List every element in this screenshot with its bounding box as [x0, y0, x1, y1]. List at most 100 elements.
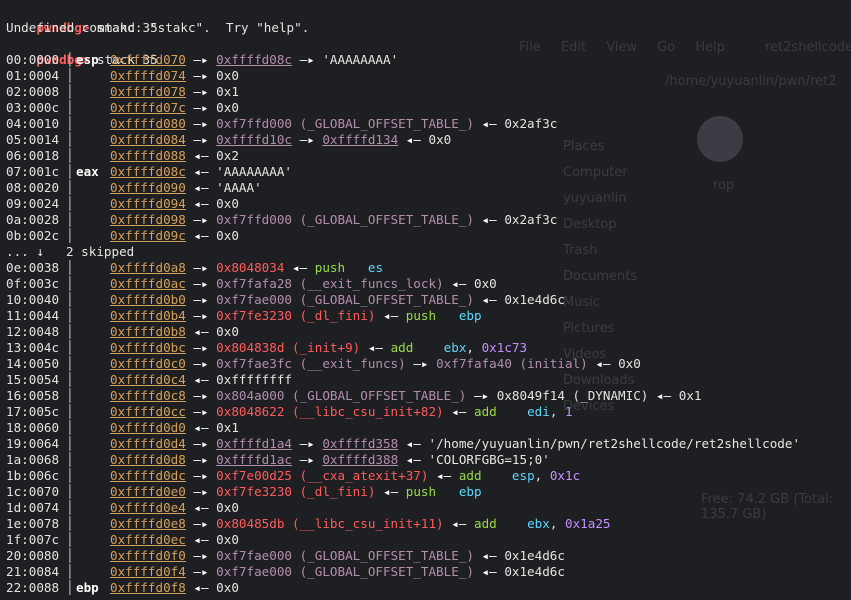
value-text: 0x1e4d6c	[504, 548, 565, 563]
pointer-arrow: ◂—	[185, 324, 217, 339]
pointer-arrow: —▸	[185, 212, 217, 227]
stack-address[interactable]: 0xffffd08c	[110, 164, 186, 179]
string-value: 'COLORFGBG=15;0'	[428, 452, 550, 467]
column-separator: │	[66, 452, 74, 467]
stack-address[interactable]: 0xffffd0d0	[110, 420, 186, 435]
pointer-arrow: —▸	[185, 564, 217, 579]
value-text: 0x2	[216, 148, 239, 163]
column-separator: │	[66, 436, 74, 451]
pointer-arrow: ◂—	[473, 292, 505, 307]
stack-address[interactable]: 0xffffd0f4	[110, 564, 186, 579]
stack-address[interactable]: 0xffffd0f0	[110, 548, 186, 563]
stack-address[interactable]: 0xffffd0ec	[110, 532, 186, 547]
stack-offset: 09:0024	[6, 196, 60, 211]
pointer-arrow: ◂—	[284, 260, 315, 275]
value-text: 0x0	[216, 196, 239, 211]
column-separator: │	[66, 404, 74, 419]
stack-offset: 1e:0078	[6, 516, 60, 531]
stack-address[interactable]: 0xffffd07c	[110, 100, 186, 115]
stack-address[interactable]: 0xffffd0ac	[110, 276, 186, 291]
value-text: 0x0	[216, 500, 239, 515]
stack-address[interactable]: 0xffffd0f8	[110, 580, 186, 595]
column-separator: │	[66, 84, 74, 99]
column-separator: │	[66, 132, 74, 147]
stack-offset: 04:0010	[6, 116, 60, 131]
stack-row: 19:0064 │ 0xffffd0d4 —▸ 0xffffd1a4 —▸ 0xff…	[6, 436, 851, 452]
column-separator: │	[66, 324, 74, 339]
stack-address[interactable]: 0xffffd0e8	[110, 516, 186, 531]
instruction-mnemonic: push	[405, 484, 437, 499]
stack-offset: 1d:0074	[6, 500, 60, 515]
stack-address[interactable]: 0xffffd090	[110, 180, 186, 195]
stack-address[interactable]: 0xffffd0b4	[110, 308, 186, 323]
stack-pointer-value: 0xffffd08c	[216, 52, 292, 67]
prompt-line: pwndbg> stakc 35	[6, 4, 851, 35]
value-text: 0x0	[216, 324, 239, 339]
register-operand: ebx	[527, 516, 550, 531]
pointer-arrow: —▸	[185, 452, 217, 467]
value-text: ,	[534, 468, 550, 483]
pointer-arrow: —▸	[185, 516, 217, 531]
stack-address[interactable]: 0xffffd0dc	[110, 468, 186, 483]
stack-offset: 00:0000	[6, 52, 60, 67]
stack-row: 16:0058 │ 0xffffd0c8 —▸ 0x804a000 (_GLOBAL…	[6, 388, 851, 404]
register-operand: es	[367, 260, 384, 275]
stack-address[interactable]: 0xffffd0c0	[110, 356, 186, 371]
stack-address[interactable]: 0xffffd09c	[110, 228, 186, 243]
pointer-arrow: ◂—	[185, 196, 217, 211]
stack-address[interactable]: 0xffffd080	[110, 116, 186, 131]
stack-offset: 21:0084	[6, 564, 60, 579]
pointer-arrow: ◂—	[185, 148, 217, 163]
stack-address[interactable]: 0xffffd0bc	[110, 340, 186, 355]
instruction-mnemonic: add	[473, 404, 497, 419]
stack-offset: 11:0044	[6, 308, 60, 323]
stack-address[interactable]: 0xffffd078	[110, 84, 186, 99]
stack-address[interactable]: 0xffffd084	[110, 132, 186, 147]
stack-address[interactable]: 0xffffd088	[110, 148, 186, 163]
stack-address[interactable]: 0xffffd070	[110, 52, 186, 67]
pointer-arrow: —▸	[185, 404, 217, 419]
stack-address[interactable]: 0xffffd0a8	[110, 260, 186, 275]
stack-address[interactable]: 0xffffd0c4	[110, 372, 186, 387]
code-pointer: 0x80485db (__libc_csu_init+11)	[216, 516, 444, 531]
stack-address[interactable]: 0xffffd0c8	[110, 388, 186, 403]
column-separator: │	[66, 228, 74, 243]
stack-row: 09:0024 │ 0xffffd094 ◂— 0x0	[6, 196, 851, 212]
column-separator: │	[66, 548, 74, 563]
stack-offset: 07:001c	[6, 164, 60, 179]
stack-row: 12:0048 │ 0xffffd0b8 ◂— 0x0	[6, 324, 851, 340]
stack-offset: 1f:007c	[6, 532, 60, 547]
terminal-output[interactable]: pwndbg> stakc 35 Undefined command: "sta…	[6, 4, 851, 596]
stack-row: 0f:003c │ 0xffffd0ac —▸ 0xf7fafa28 (__exit…	[6, 276, 851, 292]
column-separator: │	[66, 388, 74, 403]
stack-pointer-value: 0xffffd1ac	[216, 452, 292, 467]
stack-offset: 1b:006c	[6, 468, 60, 483]
stack-address[interactable]: 0xffffd0b0	[110, 292, 186, 307]
column-separator: │	[66, 260, 74, 275]
value-text	[482, 468, 512, 483]
stack-pointer-value: 0xffffd388	[322, 452, 399, 467]
stack-address[interactable]: 0xffffd0e0	[110, 484, 186, 499]
stack-address[interactable]: 0xffffd094	[110, 196, 186, 211]
register-operand: ebx	[443, 340, 467, 355]
pointer-arrow: ◂—	[398, 452, 429, 467]
stack-address[interactable]: 0xffffd098	[110, 212, 186, 227]
column-separator: │	[66, 212, 74, 227]
stack-row: 02:0008 │ 0xffffd078 —▸ 0x1	[6, 84, 851, 100]
stack-row: 04:0010 │ 0xffffd080 —▸ 0xf7ffd000 (_GLOBA…	[6, 116, 851, 132]
stack-address[interactable]: 0xffffd0d8	[110, 452, 186, 467]
pointer-arrow: ◂—	[185, 164, 217, 179]
stack-offset: 1c:0070	[6, 484, 60, 499]
stack-address[interactable]: 0xffffd0b8	[110, 324, 186, 339]
stack-address[interactable]: 0xffffd0e4	[110, 500, 186, 515]
stack-row: 06:0018 │ 0xffffd088 ◂— 0x2	[6, 148, 851, 164]
value-text: 0x1e4d6c	[504, 292, 565, 307]
stack-address[interactable]: 0xffffd0cc	[110, 404, 186, 419]
stack-row: 15:0054 │ 0xffffd0c4 ◂— 0xffffffff	[6, 372, 851, 388]
stack-address[interactable]: 0xffffd0d4	[110, 436, 186, 451]
stack-address[interactable]: 0xffffd074	[110, 68, 186, 83]
column-separator: │	[66, 116, 74, 131]
pointer-arrow: —▸	[185, 388, 217, 403]
column-separator: │	[66, 532, 74, 547]
pointer-arrow: ◂—	[428, 468, 459, 483]
